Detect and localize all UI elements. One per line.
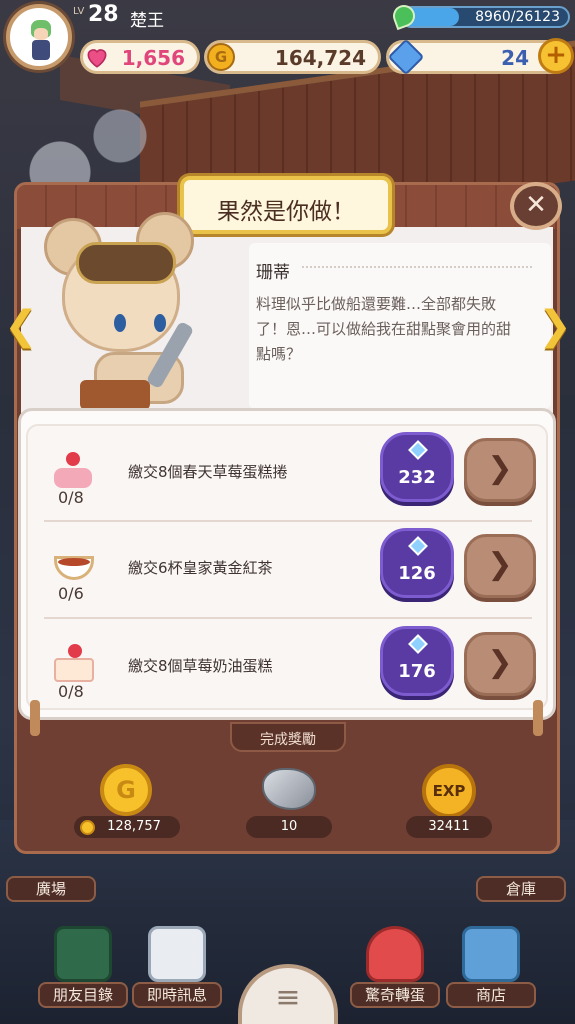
- exp-icon: EXP: [422, 764, 476, 818]
- add-gems-button[interactable]: +: [538, 38, 574, 74]
- gold-coin-icon: G: [100, 764, 152, 816]
- npc-message: 料理似乎比做船還要難…全部都失敗了！恩…可以做給我在甜點聚會用的甜點嗎？: [256, 295, 512, 363]
- rope-right: [533, 700, 543, 736]
- nav-warehouse-label: 倉庫: [476, 876, 566, 902]
- gem-reward-value: 176: [398, 661, 436, 682]
- task-row: 0/6 繳交6杯皇家黃金紅茶 126 ❯: [36, 524, 536, 614]
- nav-gacha[interactable]: 驚奇轉蛋: [350, 920, 440, 1008]
- task-row: 0/8 繳交8個春天草莓蛋糕捲 232 ❯: [36, 428, 536, 518]
- next-npc-arrow[interactable]: ❯: [538, 306, 572, 346]
- reward-ore-value: 10: [246, 816, 332, 838]
- gem-icon: [408, 440, 428, 460]
- nav-chat-label: 即時訊息: [132, 982, 222, 1008]
- gem-reward-button[interactable]: 176: [380, 626, 454, 696]
- gem-reward-button[interactable]: 126: [380, 528, 454, 598]
- mini-coin-icon: [80, 820, 95, 835]
- nav-warehouse[interactable]: 倉庫: [476, 842, 566, 922]
- dialog-title-plate: 果然是你做！: [180, 176, 392, 234]
- nav-plaza-label: 廣場: [6, 876, 96, 902]
- gacha-machine-icon: [366, 926, 424, 982]
- coin-icon: G: [207, 43, 235, 71]
- npc-mouse-portrait: [44, 212, 195, 412]
- close-button[interactable]: ✕: [510, 182, 562, 230]
- hearts-value: 1,656: [121, 46, 185, 70]
- player-avatar[interactable]: [6, 4, 72, 70]
- nav-friends-label: 朋友目錄: [38, 982, 128, 1008]
- prev-npc-arrow[interactable]: ❮: [4, 306, 38, 346]
- nav-friends[interactable]: 朋友目錄: [38, 920, 128, 1008]
- gem-reward-value: 232: [398, 467, 436, 488]
- task-row: 0/8 繳交8個草莓奶油蛋糕 176 ❯: [36, 622, 536, 712]
- nav-chat[interactable]: 即時訊息: [132, 920, 222, 1008]
- gems-value: 24: [501, 46, 529, 70]
- heart-icon: [87, 49, 107, 68]
- npc-name: 珊蒂: [256, 263, 290, 283]
- name-divider: [302, 266, 532, 272]
- nav-plaza[interactable]: 廣場: [6, 842, 96, 922]
- tea-cup-icon: [48, 542, 100, 584]
- task-progress: 0/6: [58, 584, 84, 603]
- ore-icon: [262, 768, 316, 810]
- strawberry-cake-icon: [48, 640, 100, 682]
- rope-left: [30, 700, 40, 736]
- task-label: 繳交8個春天草莓蛋糕捲: [128, 463, 288, 481]
- reward-gold: G 128,757: [74, 760, 180, 840]
- completion-label: 完成獎勵: [260, 732, 316, 748]
- xp-text: 8960/26123: [475, 9, 560, 25]
- gem-reward-button[interactable]: 232: [380, 432, 454, 502]
- task-label: 繳交8個草莓奶油蛋糕: [128, 657, 273, 675]
- completion-reward-tab: 完成獎勵: [230, 722, 346, 752]
- gold-value: 164,724: [274, 46, 366, 70]
- task-progress: 0/8: [58, 682, 84, 701]
- nav-shop[interactable]: 商店: [446, 920, 536, 1008]
- level-value: 28: [88, 2, 119, 27]
- task-progress: 0/8: [58, 488, 84, 507]
- level-label: LV: [73, 6, 85, 17]
- nav-shop-label: 商店: [446, 982, 536, 1008]
- gem-icon: [408, 536, 428, 556]
- gem-icon: [408, 634, 428, 654]
- avatar-figure: [27, 18, 55, 62]
- gem-reward-value: 126: [398, 563, 436, 584]
- go-button[interactable]: ❯: [464, 534, 536, 598]
- xp-bar: 8960/26123: [400, 6, 570, 28]
- go-button[interactable]: ❯: [464, 438, 536, 502]
- go-button[interactable]: ❯: [464, 632, 536, 696]
- dialog-title: 果然是你做！: [217, 199, 355, 225]
- player-name: 楚王: [130, 11, 164, 31]
- reward-exp-value: 32411: [406, 816, 492, 838]
- chat-icon: [148, 926, 206, 982]
- nav-gacha-label: 驚奇轉蛋: [350, 982, 440, 1008]
- strawberry-roll-icon: [48, 446, 100, 488]
- shop-icon: [462, 926, 520, 982]
- reward-ore: 10: [244, 760, 334, 840]
- reward-exp: EXP 32411: [404, 760, 494, 840]
- row-divider: [44, 520, 532, 522]
- row-divider: [44, 617, 532, 619]
- friends-book-icon: [54, 926, 112, 982]
- task-label: 繳交6杯皇家黃金紅茶: [128, 559, 273, 577]
